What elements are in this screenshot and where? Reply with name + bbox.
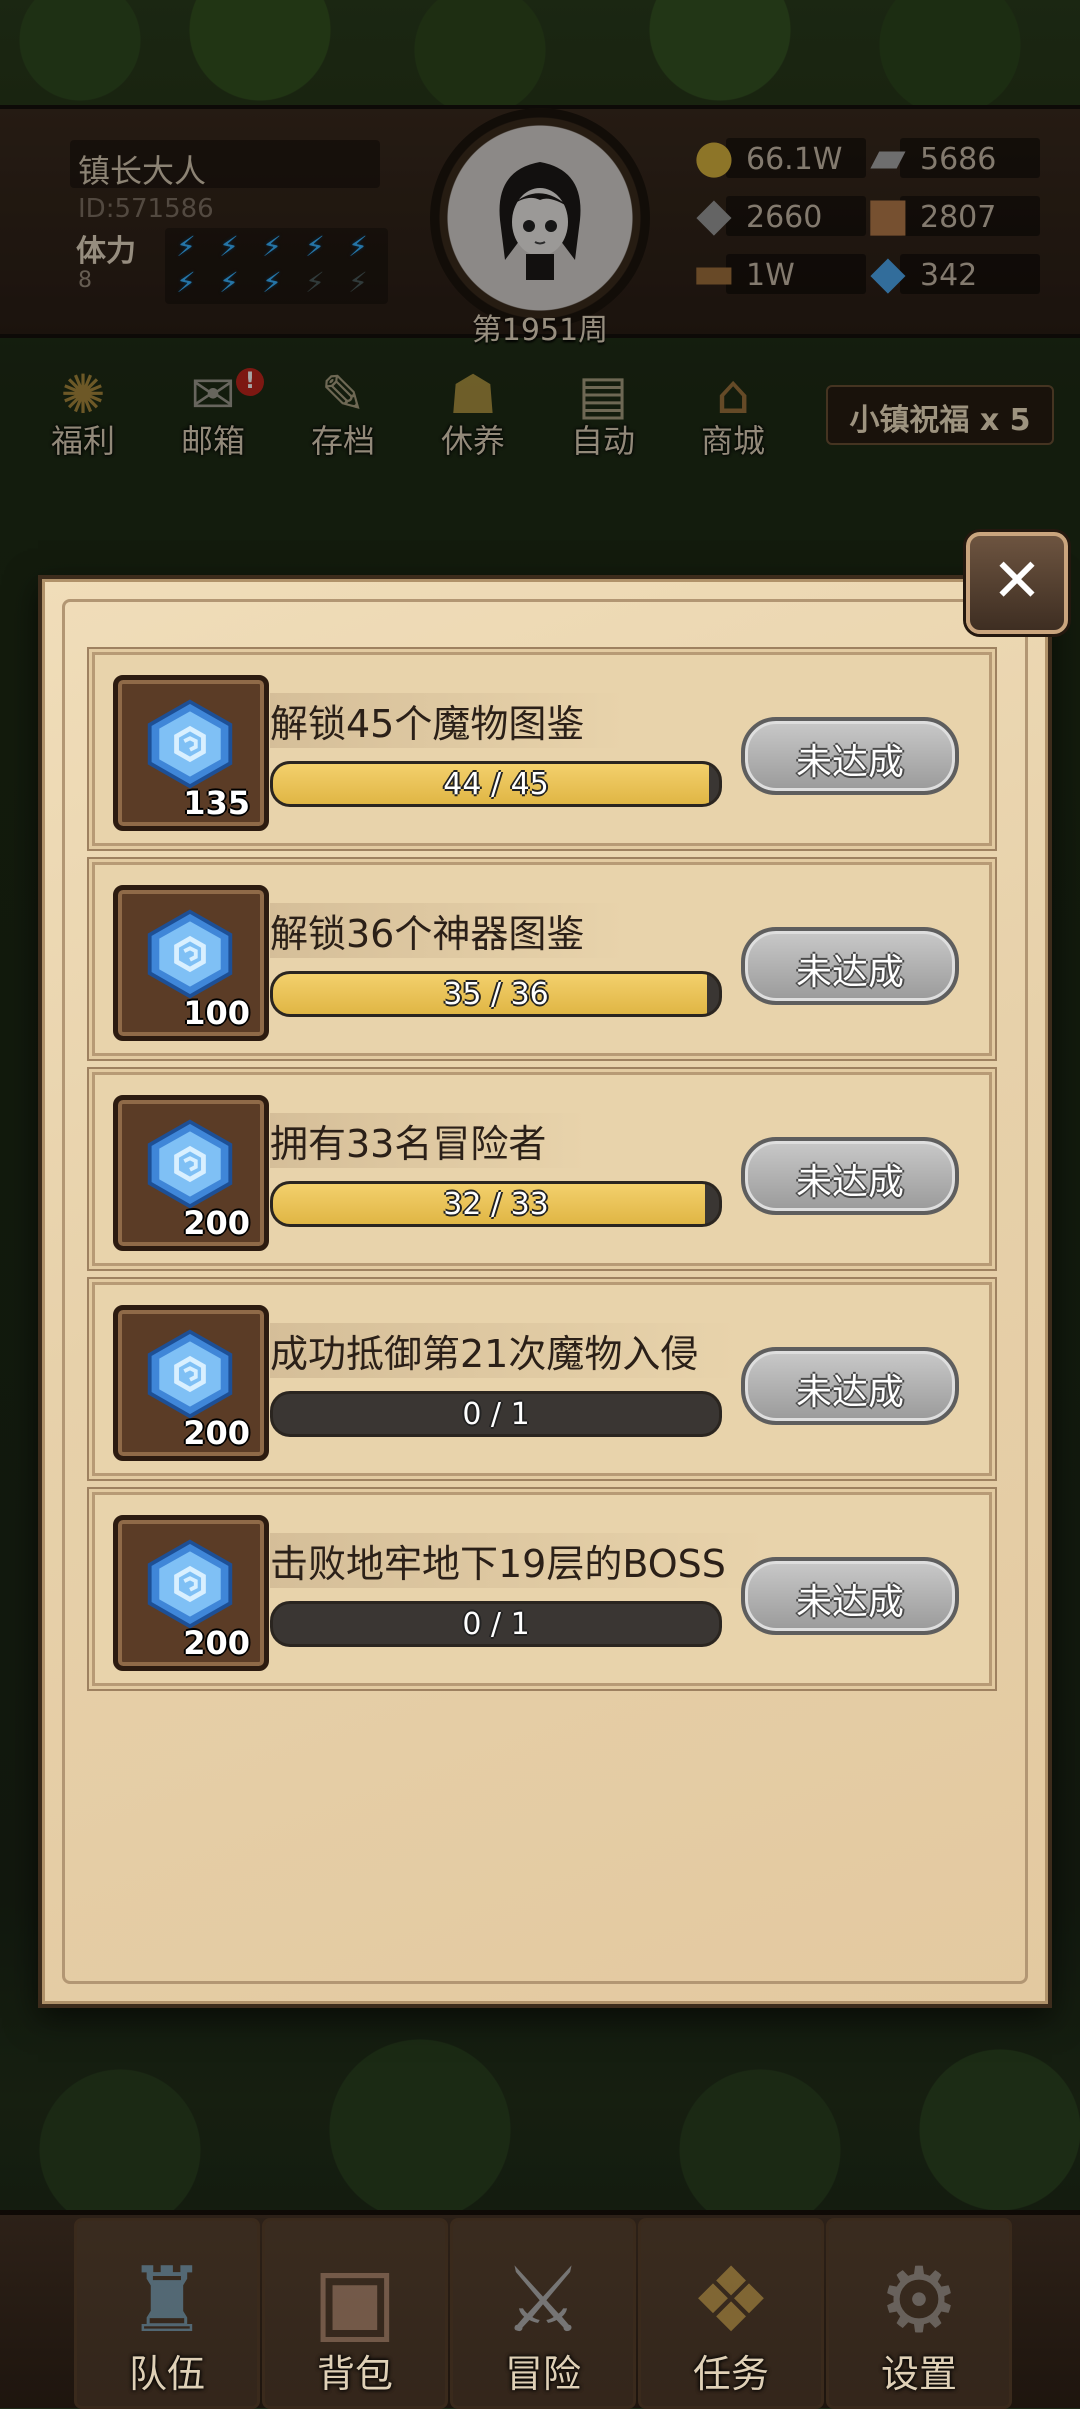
progress-bar: 44 / 45 <box>270 761 722 807</box>
progress-text: 35 / 36 <box>443 977 549 1012</box>
reward-frame: 135 <box>113 675 269 831</box>
reward-count: 135 <box>183 784 250 822</box>
progress-bar: 32 / 33 <box>270 1181 722 1227</box>
progress-bar: 35 / 36 <box>270 971 722 1017</box>
task-title: 成功抵御第21次魔物入侵 <box>270 1323 739 1378</box>
blue-crystal-icon <box>142 1326 238 1422</box>
claim-button-label: 未达成 <box>795 742 904 783</box>
blue-crystal-icon <box>142 906 238 1002</box>
reward-count: 200 <box>183 1204 250 1242</box>
task-title: 拥有33名冒险者 <box>270 1113 587 1168</box>
reward-count: 200 <box>183 1624 250 1662</box>
nav-settings[interactable]: ⚙ 设置 <box>826 2218 1012 2409</box>
reward-frame: 200 <box>113 1515 269 1671</box>
task-row: 100 解锁36个神器图鉴 35 / 36 未达成 <box>92 862 992 1056</box>
task-title: 击败地牢地下19层的BOSS <box>270 1533 766 1588</box>
claim-button-label: 未达成 <box>795 1582 904 1623</box>
reward-frame: 200 <box>113 1095 269 1251</box>
task-row: 200 成功抵御第21次魔物入侵 0 / 1 未达成 <box>92 1282 992 1476</box>
blue-crystal-icon <box>142 696 238 792</box>
claim-button-label: 未达成 <box>795 1372 904 1413</box>
blue-crystal-icon <box>142 1116 238 1212</box>
progress-bar: 0 / 1 <box>270 1601 722 1647</box>
nav-adventure[interactable]: ⚔ 冒险 <box>450 2218 636 2409</box>
blue-crystal-icon <box>142 1536 238 1632</box>
nav-quest[interactable]: ❖ 任务 <box>638 2218 824 2409</box>
progress-bar: 0 / 1 <box>270 1391 722 1437</box>
task-title: 解锁36个神器图鉴 <box>270 903 625 958</box>
task-row: 200 击败地牢地下19层的BOSS 0 / 1 未达成 <box>92 1492 992 1686</box>
nav-backpack[interactable]: ▣ 背包 <box>262 2218 448 2409</box>
reward-count: 200 <box>183 1414 250 1452</box>
claim-button-label: 未达成 <box>795 1162 904 1203</box>
claim-button[interactable]: 未达成 <box>741 927 959 1005</box>
progress-text: 0 / 1 <box>462 1607 530 1642</box>
claim-button-label: 未达成 <box>795 952 904 993</box>
task-title: 解锁45个魔物图鉴 <box>270 693 625 748</box>
claim-button[interactable]: 未达成 <box>741 1137 959 1215</box>
progress-text: 0 / 1 <box>462 1397 530 1432</box>
nav-team[interactable]: ♜ 队伍 <box>74 2218 260 2409</box>
reward-frame: 100 <box>113 885 269 1041</box>
claim-button[interactable]: 未达成 <box>741 1557 959 1635</box>
close-icon: ✕ <box>991 546 1043 616</box>
claim-button[interactable]: 未达成 <box>741 717 959 795</box>
task-row: 200 拥有33名冒险者 32 / 33 未达成 <box>92 1072 992 1266</box>
task-row: 135 解锁45个魔物图鉴 44 / 45 未达成 <box>92 652 992 846</box>
reward-count: 100 <box>183 994 250 1032</box>
progress-text: 44 / 45 <box>443 767 549 802</box>
progress-text: 32 / 33 <box>443 1187 549 1222</box>
claim-button[interactable]: 未达成 <box>741 1347 959 1425</box>
close-button[interactable]: ✕ <box>966 532 1068 634</box>
reward-frame: 200 <box>113 1305 269 1461</box>
